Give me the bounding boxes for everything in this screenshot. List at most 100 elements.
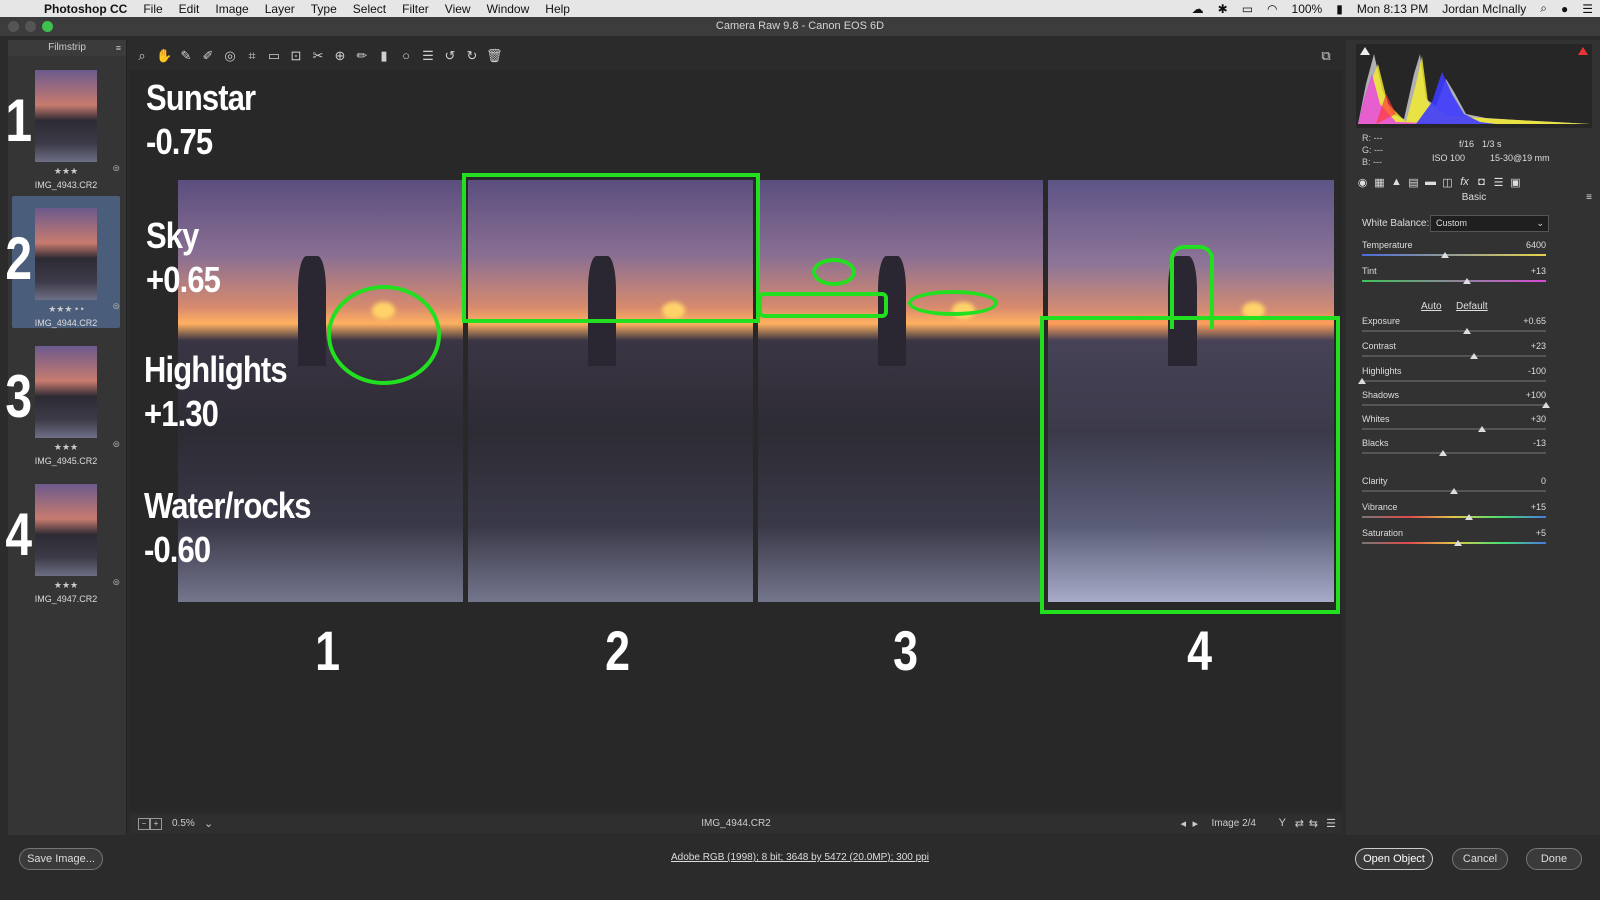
panel-menu-icon[interactable]: ≡: [1586, 192, 1592, 203]
battery-level[interactable]: 100%: [1285, 2, 1330, 16]
exposure-track[interactable]: [1362, 330, 1546, 332]
shadows-value[interactable]: +100: [1526, 390, 1546, 400]
blacks-track[interactable]: [1362, 452, 1546, 454]
menu-view[interactable]: View: [437, 2, 479, 16]
contrast-value[interactable]: +23: [1531, 341, 1546, 351]
temperature-track[interactable]: [1362, 254, 1546, 256]
menu-app-name[interactable]: Photoshop CC: [36, 2, 135, 16]
whites-value[interactable]: +30: [1531, 414, 1546, 424]
vibrance-handle[interactable]: [1464, 514, 1473, 520]
tab-basic-icon[interactable]: ◉: [1354, 176, 1371, 189]
next-image-icon[interactable]: ▸: [1192, 817, 1198, 830]
creative-cloud-icon[interactable]: ☁: [1185, 2, 1211, 16]
tint-value[interactable]: +13: [1531, 266, 1546, 276]
before-after-toggle-icon[interactable]: Y: [1279, 817, 1286, 829]
tab-presets-icon[interactable]: ☰: [1490, 176, 1507, 189]
shadows-slider[interactable]: Shadows +100: [1362, 390, 1550, 414]
menu-edit[interactable]: Edit: [171, 2, 208, 16]
star-rating[interactable]: ★★★: [38, 166, 94, 177]
menu-help[interactable]: Help: [537, 2, 578, 16]
saturation-slider[interactable]: Saturation +5: [1362, 528, 1546, 552]
vibrance-track[interactable]: [1362, 516, 1546, 518]
highlights-value[interactable]: -100: [1528, 366, 1546, 376]
minimize-window-button[interactable]: [25, 21, 36, 32]
star-rating[interactable]: ★★★: [38, 442, 94, 453]
zoom-window-button[interactable]: [42, 21, 53, 32]
highlights-slider[interactable]: Highlights -100: [1358, 366, 1546, 390]
highlights-track[interactable]: [1362, 380, 1546, 382]
clarity-value[interactable]: 0: [1541, 476, 1546, 486]
white-balance-select[interactable]: Custom ⌄: [1430, 215, 1549, 232]
spotlight-search-icon[interactable]: ⌕: [1533, 1, 1554, 16]
contrast-handle[interactable]: [1470, 353, 1479, 359]
saturation-value[interactable]: +5: [1536, 528, 1546, 538]
graduated-filter-icon[interactable]: ▮: [376, 48, 392, 64]
filmstrip-item-1[interactable]: 1 ★★★ ⊜ IMG_4943.CR2: [5, 56, 126, 194]
tab-lens-corrections-icon[interactable]: ◫: [1439, 176, 1456, 189]
siri-icon[interactable]: ●: [1554, 2, 1575, 16]
thumbnail-image[interactable]: [35, 346, 97, 438]
battery-icon[interactable]: ▮: [1329, 2, 1350, 16]
airplay-icon[interactable]: ▭: [1235, 2, 1260, 16]
menu-type[interactable]: Type: [303, 2, 345, 16]
fullscreen-toggle-icon[interactable]: ⧉: [1318, 48, 1334, 64]
tab-split-toning-icon[interactable]: ▬: [1422, 176, 1439, 188]
saturation-handle[interactable]: [1453, 540, 1462, 546]
notification-center-icon[interactable]: ☰: [1575, 2, 1600, 16]
tint-track[interactable]: [1362, 280, 1546, 282]
swap-settings-icon[interactable]: ⇄: [1295, 817, 1304, 830]
spot-removal-tool-icon[interactable]: ✂: [310, 48, 326, 64]
tint-handle[interactable]: [1462, 278, 1471, 284]
tab-tone-curve-icon[interactable]: ▦: [1371, 176, 1388, 189]
targeted-adjustment-tool-icon[interactable]: ◎: [222, 48, 238, 64]
thumbnail-image[interactable]: [35, 70, 97, 162]
exposure-handle[interactable]: [1462, 328, 1471, 334]
hand-tool-icon[interactable]: ✋: [156, 48, 172, 64]
highlights-handle[interactable]: [1358, 378, 1366, 384]
filmstrip-item-3[interactable]: 3 ★★★ ⊜ IMG_4945.CR2: [5, 332, 126, 470]
shadows-handle[interactable]: [1542, 402, 1550, 408]
preview-canvas[interactable]: Sunstar -0.75 Sky +0.65 Highlights +1.30…: [130, 70, 1342, 812]
thumbnail-image[interactable]: [35, 484, 97, 576]
straighten-tool-icon[interactable]: ▭: [266, 48, 282, 64]
copy-settings-icon[interactable]: ⇆: [1309, 817, 1318, 830]
exposure-value[interactable]: +0.65: [1523, 316, 1546, 326]
filmstrip-item-4[interactable]: 4 ★★★ ⊜ IMG_4947.CR2: [5, 470, 126, 608]
vibrance-value[interactable]: +15: [1531, 502, 1546, 512]
exposure-slider[interactable]: Exposure +0.65: [1362, 316, 1546, 340]
temperature-handle[interactable]: [1440, 252, 1449, 258]
wifi-icon[interactable]: ◠: [1260, 2, 1284, 16]
star-rating[interactable]: ★★★: [38, 580, 94, 591]
rotate-left-icon[interactable]: ↺: [442, 48, 458, 64]
preferences-icon[interactable]: ☰: [420, 48, 436, 64]
blacks-slider[interactable]: Blacks -13: [1362, 438, 1546, 462]
cancel-button[interactable]: Cancel: [1452, 848, 1508, 870]
adjustment-brush-icon[interactable]: ✏: [354, 48, 370, 64]
shadow-clipping-warning-icon[interactable]: [1360, 47, 1370, 55]
auto-link[interactable]: Auto: [1421, 301, 1442, 312]
trash-icon[interactable]: 🗑: [486, 48, 503, 64]
done-button[interactable]: Done: [1526, 848, 1582, 870]
blacks-handle[interactable]: [1438, 450, 1447, 456]
contrast-track[interactable]: [1362, 355, 1546, 357]
radial-filter-icon[interactable]: ○: [398, 48, 414, 64]
clarity-handle[interactable]: [1450, 488, 1458, 494]
star-rating[interactable]: ★★★ • •: [38, 304, 94, 315]
tab-snapshots-icon[interactable]: ▣: [1507, 176, 1524, 189]
close-window-button[interactable]: [8, 21, 19, 32]
menu-layer[interactable]: Layer: [257, 2, 303, 16]
menu-window[interactable]: Window: [479, 2, 538, 16]
zoom-tool-icon[interactable]: ⌕: [134, 48, 150, 64]
thumbnail-image[interactable]: [35, 208, 97, 300]
filmstrip-item-2[interactable]: 2 ★★★ • • ⊜ IMG_4944.CR2: [5, 194, 126, 332]
menu-filter[interactable]: Filter: [394, 2, 437, 16]
default-link[interactable]: Default: [1456, 301, 1488, 312]
temperature-value[interactable]: 6400: [1526, 240, 1546, 250]
white-balance-tool-icon[interactable]: ✎: [178, 48, 194, 64]
user-name[interactable]: Jordan McInally: [1435, 2, 1533, 16]
bluetooth-icon[interactable]: ✱: [1211, 2, 1235, 16]
whites-track[interactable]: [1362, 428, 1546, 430]
color-sampler-tool-icon[interactable]: ✐: [200, 48, 216, 64]
menu-image[interactable]: Image: [207, 2, 256, 16]
highlight-clipping-warning-icon[interactable]: [1578, 47, 1588, 55]
